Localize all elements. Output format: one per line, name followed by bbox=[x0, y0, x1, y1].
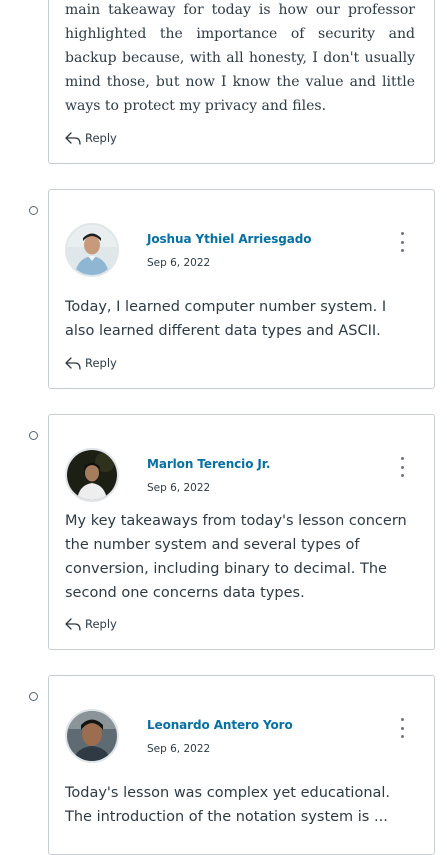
reply-label: Reply bbox=[85, 617, 117, 631]
reply-label: Reply bbox=[85, 356, 117, 370]
reply-button[interactable]: Reply bbox=[65, 617, 117, 631]
unread-circle-icon bbox=[29, 431, 38, 440]
kebab-menu-icon[interactable] bbox=[397, 457, 407, 477]
unread-circle-icon bbox=[29, 206, 38, 215]
discussion-entry: Leonardo Antero Yoro Sep 6, 2022 Today's… bbox=[48, 675, 435, 855]
reply-arrow-icon bbox=[65, 618, 81, 631]
author-name[interactable]: Joshua Ythiel Arriesgado bbox=[147, 232, 311, 246]
discussion-entry: Joshua Ythiel Arriesgado Sep 6, 2022 Tod… bbox=[48, 189, 435, 389]
entry-message: main takeaway for today is how our profe… bbox=[65, 2, 415, 114]
reply-button[interactable]: Reply bbox=[65, 131, 117, 145]
entry-message: Today, I learned computer number system.… bbox=[65, 299, 387, 339]
avatar[interactable] bbox=[65, 448, 119, 502]
reply-label: Reply bbox=[85, 131, 117, 145]
kebab-menu-icon[interactable] bbox=[397, 232, 407, 252]
reply-arrow-icon bbox=[65, 132, 81, 145]
author-name[interactable]: Marlon Terencio Jr. bbox=[147, 457, 270, 471]
post-date: Sep 6, 2022 bbox=[147, 257, 211, 269]
reply-button[interactable]: Reply bbox=[65, 356, 117, 370]
entry-message: My key takeaways from today's lesson con… bbox=[65, 513, 407, 601]
avatar[interactable] bbox=[65, 223, 119, 277]
kebab-menu-icon[interactable] bbox=[397, 718, 407, 738]
avatar[interactable] bbox=[65, 709, 119, 763]
post-date: Sep 6, 2022 bbox=[147, 743, 211, 755]
post-date: Sep 6, 2022 bbox=[147, 482, 211, 494]
unread-circle-icon bbox=[29, 692, 38, 701]
discussion-entry: Marlon Terencio Jr. Sep 6, 2022 My key t… bbox=[48, 414, 435, 650]
author-name[interactable]: Leonardo Antero Yoro bbox=[147, 718, 293, 732]
reply-arrow-icon bbox=[65, 357, 81, 370]
entry-message: Today's lesson was complex yet education… bbox=[65, 785, 391, 825]
discussion-entry: main takeaway for today is how our profe… bbox=[48, 0, 435, 164]
